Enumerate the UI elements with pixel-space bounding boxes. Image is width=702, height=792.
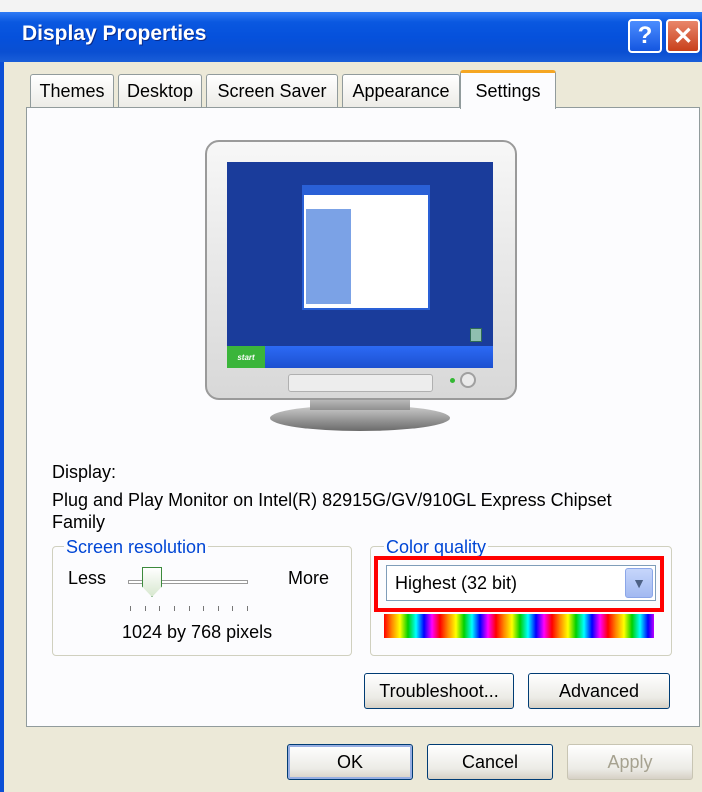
dialog-buttons: OK Cancel Apply (0, 0, 702, 792)
cancel-button[interactable]: Cancel (427, 744, 553, 780)
apply-button[interactable]: Apply (567, 744, 693, 780)
ok-button[interactable]: OK (287, 744, 413, 780)
